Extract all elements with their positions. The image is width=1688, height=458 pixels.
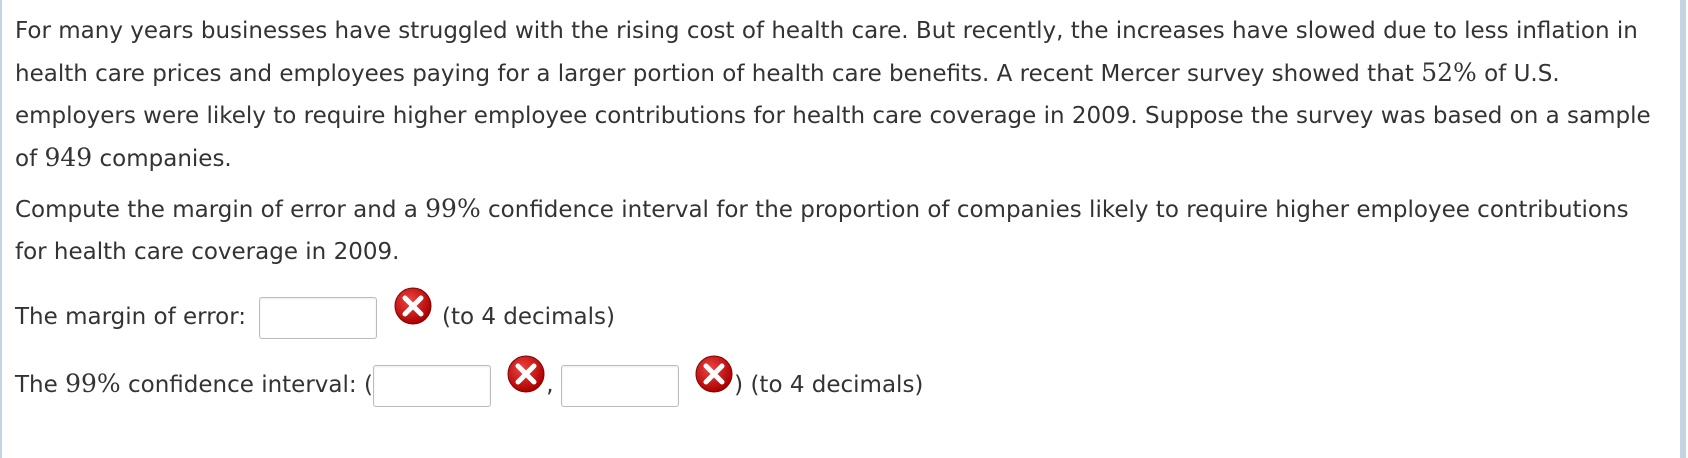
problem-paragraph: For many years businesses have struggled… [15,10,1665,180]
interval-lower-input[interactable] [372,364,491,407]
interval-comma: , [546,372,554,398]
interval-upper-input[interactable] [560,364,679,407]
incorrect-x-icon [506,354,546,394]
incorrect-x-icon [694,354,734,394]
margin-of-error-hint: (to 4 decimals) [441,304,615,330]
percent-99: 99% [425,194,481,223]
sample-size: 949 [44,143,93,172]
interval-percent: 99% [65,369,121,398]
margin-of-error-row: The margin of error: (to 4 decimals) [15,287,615,340]
margin-of-error-input[interactable] [259,296,378,339]
instruction-text-1: Compute the margin of error and a [15,197,426,223]
interval-label-2: confidence interval: ( [120,372,373,398]
instruction-paragraph: Compute the margin of error and a 99% co… [15,188,1665,273]
problem-text-1: For many years businesses have struggled… [15,18,1638,87]
problem-text-3: companies. [92,146,232,172]
incorrect-x-icon [393,286,433,326]
interval-label-1: The [15,372,66,398]
margin-of-error-label: The margin of error: [15,304,247,330]
confidence-interval-row: The 99% confidence interval: ( , ) (to 4… [15,355,924,407]
interval-hint: ) (to 4 decimals) [734,372,924,398]
question-text: For many years businesses have struggled… [15,10,1665,281]
percent-52: 52% [1421,58,1477,87]
